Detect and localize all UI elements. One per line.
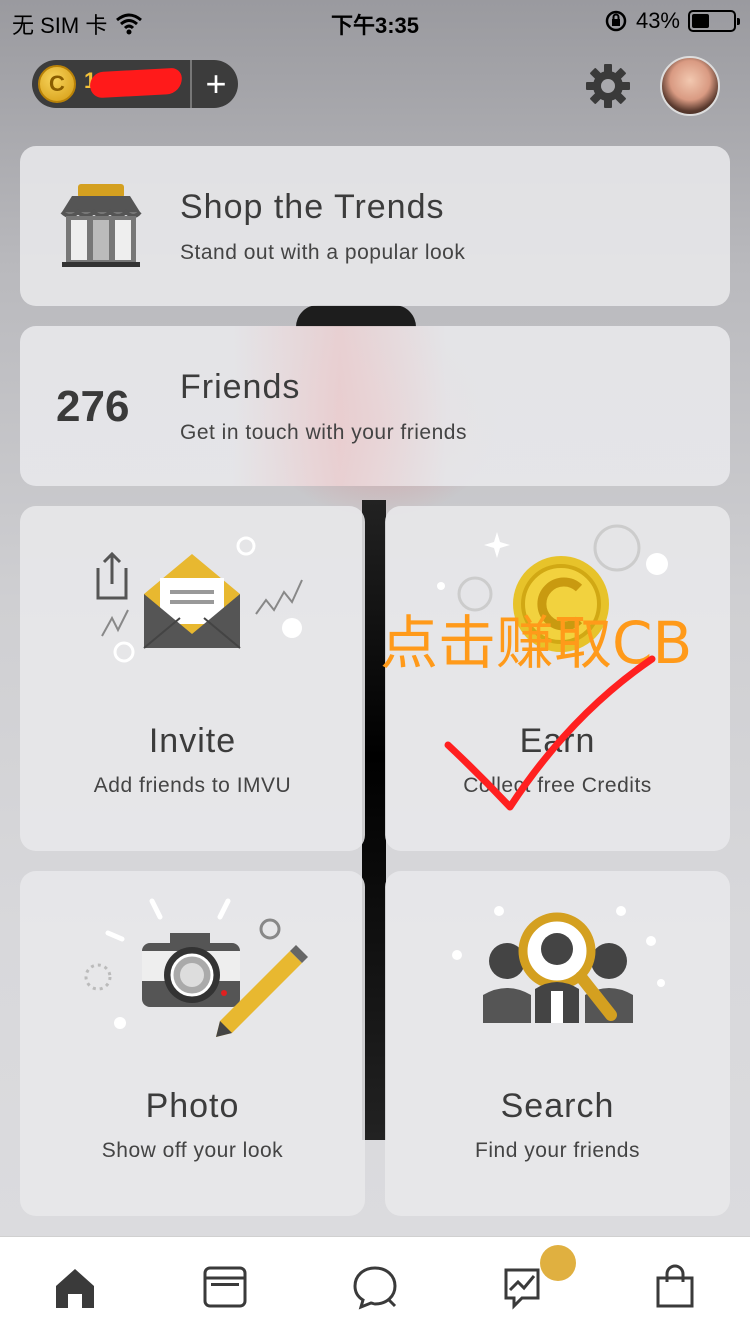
battery-percent: 43% [635,8,680,33]
orientation-lock-icon [605,10,627,32]
storefront-icon [60,184,142,267]
nav-chat[interactable] [347,1259,403,1315]
nav-home[interactable] [47,1259,103,1315]
pill-divider [190,60,192,108]
friends-count: 276 [56,382,130,431]
search-card-title: Search [500,1087,615,1125]
shop-card-subtitle: Stand out with a popular look [180,241,466,264]
photo-card[interactable]: Photo Show off your look [20,871,365,1216]
credits-balance[interactable]: C 1 + [32,60,238,108]
profile-avatar[interactable] [660,56,720,116]
status-right: 43% [604,8,740,34]
nav-feed[interactable] [197,1259,253,1315]
invite-card[interactable]: Invite Add friends to IMVU [20,506,365,851]
people-search-icon [452,906,665,1023]
invite-card-subtitle: Add friends to IMVU [93,774,292,797]
home-icon [56,1269,94,1308]
share-icon [96,551,128,600]
shop-bag-icon [656,1264,694,1308]
chat-icon [353,1266,397,1310]
bottom-nav [0,1236,750,1334]
status-bar: 无 SIM 卡 下午3:35 43% [0,0,750,40]
settings-gear-icon[interactable] [584,62,632,110]
photo-card-title: Photo [145,1087,240,1125]
friends-card-title: Friends [180,368,301,406]
avatar-character-hair [296,305,416,327]
invite-envelope-icon [96,536,303,663]
annotation-checkmark-icon [444,655,656,811]
invite-card-title: Invite [148,722,237,760]
camera-pencil-icon [84,898,308,1037]
shop-trends-card[interactable]: Shop the Trends Stand out with a popular… [20,146,730,306]
shop-card-title: Shop the Trends [180,188,445,226]
notification-dot [540,1245,576,1281]
nav-shop[interactable] [647,1259,703,1315]
add-credits-button[interactable]: + [194,60,238,108]
photo-card-subtitle: Show off your look [101,1139,284,1162]
battery-icon [688,10,740,32]
friends-card[interactable]: 276 Friends Get in touch with your frien… [20,326,730,486]
friends-card-subtitle: Get in touch with your friends [180,421,467,444]
redaction-mark [89,67,183,99]
search-card[interactable]: Search Find your friends [385,871,730,1216]
credits-coin-icon: C [38,65,76,103]
search-card-subtitle: Find your friends [475,1139,640,1162]
feed-icon [203,1266,247,1308]
battery-level [692,14,710,28]
